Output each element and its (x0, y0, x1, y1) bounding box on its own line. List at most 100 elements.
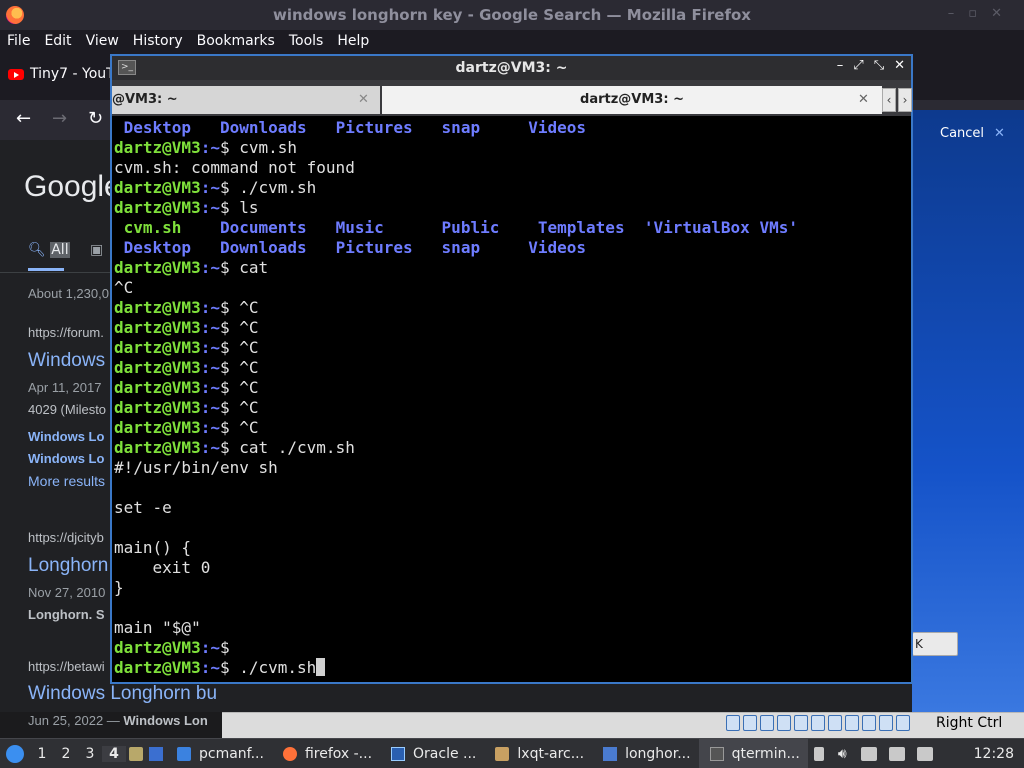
task-pcmanfm[interactable]: pcmanf... (166, 739, 272, 768)
prompt-path: :~ (200, 658, 220, 677)
task-firefox[interactable]: firefox -... (272, 739, 380, 768)
menu-bookmarks[interactable]: Bookmarks (190, 33, 282, 49)
reload-icon[interactable]: ↻ (88, 108, 103, 129)
menu-file[interactable]: File (0, 33, 37, 49)
command: $ cat ./cvm.sh (219, 438, 355, 457)
window-list-icon[interactable] (149, 746, 163, 761)
keyboard-capture-icon[interactable] (896, 715, 910, 731)
prompt-user: dartz@VM3 (114, 198, 201, 217)
audio-icon[interactable] (760, 715, 774, 731)
menu-view[interactable]: View (79, 33, 126, 49)
menu-history[interactable]: History (126, 33, 190, 49)
ls-entry (181, 218, 220, 237)
cpu-icon[interactable] (862, 715, 876, 731)
close-tab-icon[interactable]: ✕ (858, 86, 869, 114)
desktop: windows longhorn key - Google Search — M… (0, 0, 1024, 768)
result-snippet: 4029 (Milesto (28, 402, 107, 417)
google-tab-images-icon[interactable]: ▣ (90, 242, 103, 258)
result-title[interactable]: Windows Longhorn bu (28, 683, 217, 705)
terminal-line: dartz@VM3:~$ ./cvm.sh (114, 658, 909, 678)
terminal-tabbar: @VM3: ~ ✕ dartz@VM3: ~ ✕ ‹ › (112, 80, 912, 116)
ls-entry (480, 238, 528, 257)
ls-output-line: cvm.sh Documents Music Public Templates … (114, 218, 909, 238)
terminal-app-icon: >_ (118, 60, 136, 75)
notifications-icon[interactable] (916, 746, 933, 761)
desktop-switch-3[interactable]: 3 (78, 746, 102, 762)
terminal-line: exit 0 (114, 558, 211, 577)
terminal-line: ^C (114, 278, 134, 297)
cancel-button[interactable]: Cancel (940, 126, 984, 141)
desktop-switch-4[interactable]: 4 (102, 745, 126, 762)
command: $ (219, 638, 240, 657)
menu-help[interactable]: Help (330, 33, 376, 49)
command: $ ./cvm.sh (219, 658, 317, 677)
result-snippet: Windows Lon (123, 713, 208, 728)
result-more-link[interactable]: More results (28, 473, 105, 489)
result-sitelink[interactable]: Windows Lo (28, 451, 104, 466)
minimize-icon[interactable]: – (837, 58, 844, 73)
clock[interactable]: 12:28 (974, 746, 1024, 762)
command: $ ls (219, 198, 259, 217)
google-tabs-divider (0, 272, 120, 273)
close-icon[interactable]: ✕ (894, 58, 905, 73)
terminal-window[interactable]: dartz@VM3: ~ >_ – ⤢ ⤡ ✕ @VM3: ~ ✕ dartz@… (110, 54, 913, 684)
google-tab-all[interactable]: 🔍︎ All (28, 242, 70, 258)
terminal-titlebar[interactable]: dartz@VM3: ~ (112, 56, 911, 80)
close-icon[interactable]: ✕ (994, 126, 1005, 141)
task-virtualbox[interactable]: Oracle ... (380, 739, 484, 768)
task-longhorn-vm[interactable]: longhor... (592, 739, 698, 768)
ls-entry: Pictures (335, 118, 413, 137)
terminal-tab-2[interactable]: dartz@VM3: ~ ✕ (382, 86, 882, 114)
back-icon[interactable]: ← (16, 108, 31, 129)
chevron-right-icon[interactable]: › (898, 88, 912, 112)
volume-icon[interactable]: 🔊︎ (838, 746, 847, 762)
prompt-user: dartz@VM3 (114, 138, 201, 157)
terminal-line: dartz@VM3:~$ cat ./cvm.sh (114, 438, 909, 458)
mouse-integration-icon[interactable] (879, 715, 893, 731)
usb-icon[interactable] (794, 715, 808, 731)
desktop-switch-1[interactable]: 1 (30, 746, 54, 762)
network-icon[interactable] (777, 715, 791, 731)
optical-drive-icon[interactable] (743, 715, 757, 731)
maximize-icon[interactable]: ⤢ (853, 58, 863, 73)
tray-arrow-icon[interactable] (813, 746, 824, 761)
result-url: https://betawi (28, 659, 105, 674)
prompt-user: dartz@VM3 (114, 358, 201, 377)
task-qterminal[interactable]: qtermin... (698, 738, 808, 768)
menu-tools[interactable]: Tools (282, 33, 331, 49)
terminal-tab-1[interactable]: @VM3: ~ ✕ (112, 86, 380, 114)
task-lxqt-archiver[interactable]: lxqt-arc... (484, 739, 592, 768)
terminal-output[interactable]: Desktop Downloads Pictures snap Videos da… (114, 118, 909, 682)
close-tab-icon[interactable]: ✕ (358, 86, 369, 114)
ls-entry (413, 238, 442, 257)
terminal-tab-1-label: @VM3: ~ (112, 92, 178, 107)
firefox-window-controls[interactable]: –▫✕ (948, 6, 1016, 21)
result-date: Apr 11, 2017 (28, 380, 102, 395)
hdd-icon[interactable] (726, 715, 740, 731)
result-date: Nov 27, 2010 (28, 585, 106, 600)
result-title[interactable]: Longhorn (28, 555, 108, 577)
restore-icon[interactable]: ⤡ (874, 58, 884, 73)
desktop-switch-2[interactable]: 2 (54, 746, 78, 762)
ok-button[interactable]: K (912, 632, 958, 656)
prompt-user: dartz@VM3 (114, 658, 201, 677)
result-date: Jun 25, 2022 — Windows Lon (28, 713, 208, 728)
firefox-tab-youtube[interactable]: Tiny7 - YouT (8, 66, 115, 82)
chevron-left-icon[interactable]: ‹ (882, 88, 896, 112)
google-logo: Google (24, 170, 121, 203)
start-menu-button[interactable] (0, 739, 30, 768)
terminal-line: main "$@" (114, 618, 201, 637)
menu-edit[interactable]: Edit (37, 33, 78, 49)
forward-icon[interactable]: → (52, 108, 67, 129)
display-icon[interactable] (828, 715, 842, 731)
terminal-line: dartz@VM3:~$ ./cvm.sh (114, 178, 909, 198)
recording-icon[interactable] (845, 715, 859, 731)
result-sitelink[interactable]: Windows Lo (28, 429, 104, 444)
prompt-path: :~ (200, 258, 220, 277)
terminal-line: #!/usr/bin/env sh (114, 458, 278, 477)
shared-folder-icon[interactable] (811, 715, 825, 731)
network-tray-icon[interactable] (888, 746, 905, 761)
result-title[interactable]: Windows (28, 350, 105, 372)
clipboard-icon[interactable] (860, 746, 877, 761)
show-desktop-icon[interactable] (129, 746, 143, 761)
